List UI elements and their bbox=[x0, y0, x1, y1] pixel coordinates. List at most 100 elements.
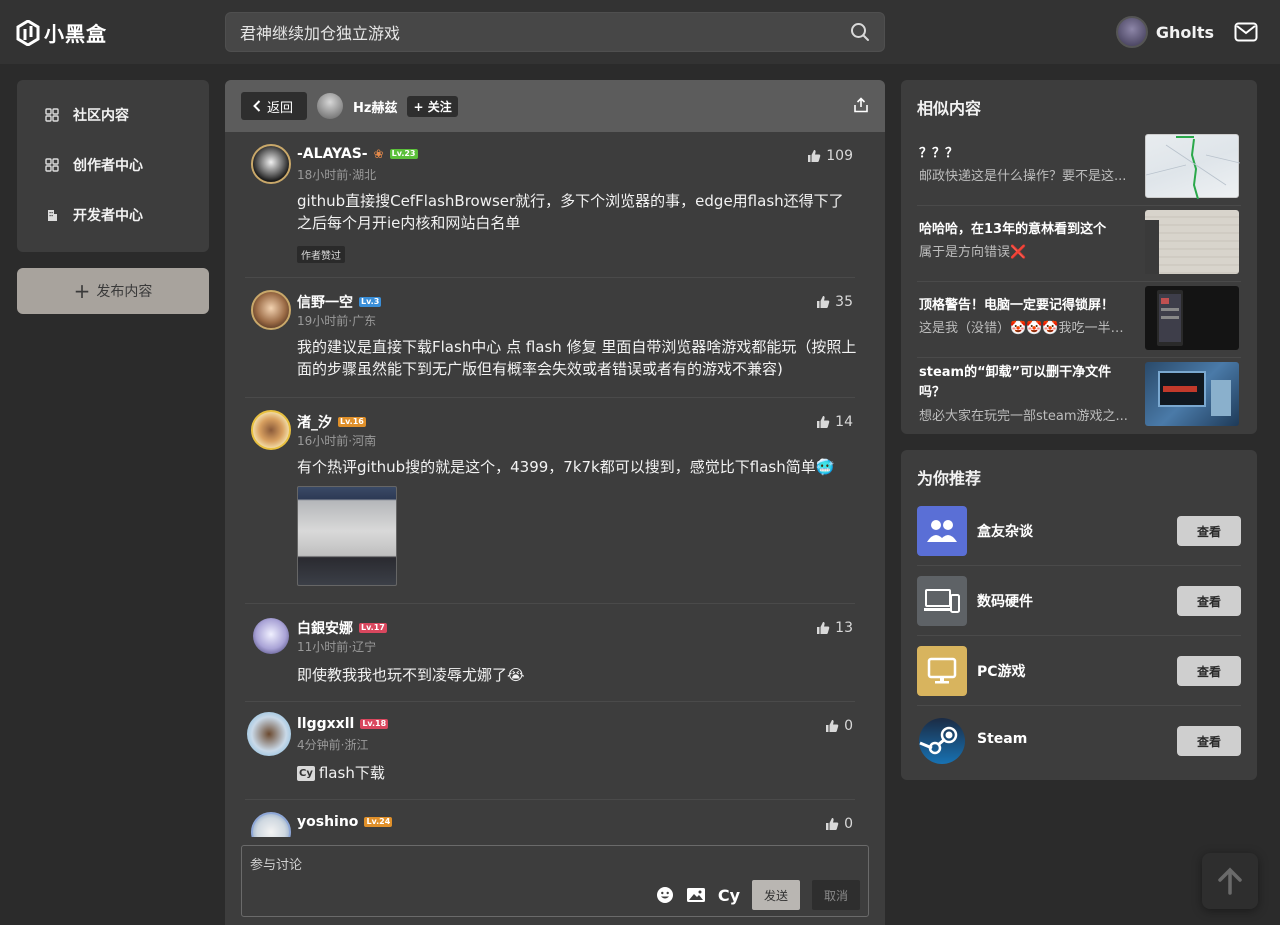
similar-item[interactable]: 哈哈哈，在13年的意林看到这个 属于是方向错误❌ bbox=[917, 206, 1241, 282]
avatar[interactable] bbox=[253, 618, 289, 654]
thumbs-up-icon bbox=[808, 150, 821, 162]
author-name[interactable]: 白銀安娜 bbox=[297, 618, 353, 638]
comment-author[interactable]: yoshino Lv.24 bbox=[297, 814, 393, 830]
recommend-panel: 为你推荐 盒友杂谈 查看 数码硬件 查看 PC游戏 查看 Steam 查看 bbox=[901, 450, 1257, 780]
follow-button[interactable]: + 关注 bbox=[407, 95, 458, 117]
nav-item-label: 开发者中心 bbox=[73, 208, 143, 224]
author-name[interactable]: llggxxll bbox=[297, 716, 354, 732]
search-icon[interactable] bbox=[850, 22, 870, 42]
back-label: 返回 bbox=[267, 100, 294, 116]
publish-label: 发布内容 bbox=[96, 284, 153, 300]
cy-icon[interactable]: Cy bbox=[718, 886, 740, 905]
recommend-name[interactable]: 盒友杂谈 bbox=[977, 521, 1033, 541]
recommend-name[interactable]: Steam bbox=[977, 731, 1027, 747]
back-button[interactable]: 返回 bbox=[241, 92, 308, 120]
level-badge: Lv.23 bbox=[389, 149, 418, 159]
comment-item: 白銀安娜 Lv.17 11小时前·辽宁 13 即使教我我也玩不到凌辱尤娜了😭 bbox=[245, 604, 855, 702]
like-button[interactable]: 14 bbox=[816, 414, 853, 430]
share-icon[interactable] bbox=[853, 97, 869, 113]
logo[interactable]: 小黑盒 bbox=[16, 18, 107, 47]
view-button[interactable]: 查看 bbox=[1177, 656, 1241, 686]
thumbs-up-icon bbox=[826, 720, 839, 732]
cy-icon: Cy bbox=[297, 765, 315, 781]
similar-item[interactable]: steam的“卸载”可以删干净文件吗？ 想必大家在玩完一部steam游戏之... bbox=[917, 358, 1241, 434]
image-icon[interactable] bbox=[686, 887, 706, 903]
cancel-button[interactable]: 取消 bbox=[812, 880, 860, 910]
avatar[interactable] bbox=[251, 144, 291, 184]
view-button[interactable]: 查看 bbox=[1177, 726, 1241, 756]
similar-title[interactable]: 哈哈哈，在13年的意林看到这个 bbox=[919, 220, 1133, 240]
similar-item[interactable]: 顶格警告！电脑一定要记得锁屏！ 这是我（没错）🤡🤡🤡我吃一半下... bbox=[917, 282, 1241, 358]
avatar[interactable] bbox=[247, 712, 291, 756]
logo-text: 小黑盒 bbox=[44, 22, 107, 46]
avatar[interactable] bbox=[251, 812, 291, 837]
recommend-item[interactable]: PC游戏 查看 bbox=[917, 636, 1241, 706]
similar-thumbnail[interactable] bbox=[1145, 286, 1239, 350]
like-button[interactable]: 35 bbox=[816, 294, 853, 310]
avatar[interactable] bbox=[251, 290, 291, 330]
similar-desc: 属于是方向错误❌ bbox=[919, 245, 1027, 260]
steam-icon bbox=[917, 716, 967, 766]
author-name[interactable]: 信野一空 bbox=[297, 292, 353, 312]
like-button[interactable]: 0 bbox=[825, 718, 853, 734]
comment-author[interactable]: 信野一空 Lv.3 bbox=[297, 292, 382, 312]
comment-author[interactable]: 渚_汐 Lv.16 bbox=[297, 412, 366, 432]
search-input[interactable] bbox=[240, 22, 850, 42]
emoji-icon[interactable] bbox=[656, 886, 674, 904]
poster-name[interactable]: Hz赫兹 bbox=[353, 97, 397, 116]
user-menu[interactable]: Gholts bbox=[1115, 16, 1258, 48]
like-button[interactable]: 13 bbox=[816, 620, 853, 636]
scroll-to-top-button[interactable] bbox=[1202, 853, 1258, 909]
similar-title[interactable]: ？？？ bbox=[919, 144, 1133, 164]
recommend-item[interactable]: 盒友杂谈 查看 bbox=[917, 496, 1241, 566]
like-button[interactable]: 109 bbox=[807, 148, 853, 164]
recommend-name[interactable]: 数码硬件 bbox=[977, 591, 1033, 611]
medal-icon: ❀ bbox=[373, 147, 384, 161]
level-badge: Lv.17 bbox=[359, 623, 387, 633]
comment-text: 我的建议是直接下载Flash中心 点 flash 修复 里面自带浏览器啥游戏都能… bbox=[297, 338, 857, 378]
reply-input[interactable]: 参与讨论 bbox=[250, 854, 302, 873]
avatar[interactable] bbox=[251, 410, 291, 450]
similar-thumbnail[interactable] bbox=[1145, 210, 1239, 274]
author-name[interactable]: 渚_汐 bbox=[297, 412, 332, 432]
comment-author[interactable]: 白銀安娜 Lv.17 bbox=[297, 618, 387, 638]
plus-icon: + bbox=[413, 99, 424, 114]
similar-title[interactable]: steam的“卸载”可以删干净文件吗？ bbox=[919, 363, 1133, 403]
like-count: 109 bbox=[826, 148, 853, 164]
similar-thumbnail[interactable] bbox=[1145, 134, 1241, 200]
avatar[interactable] bbox=[1115, 16, 1148, 48]
view-button[interactable]: 查看 bbox=[1177, 586, 1241, 616]
level-badge: Lv.24 bbox=[364, 817, 393, 827]
recommend-item[interactable]: 数码硬件 查看 bbox=[917, 566, 1241, 636]
poster-avatar[interactable] bbox=[317, 93, 344, 119]
follow-label: 关注 bbox=[427, 99, 452, 114]
publish-button[interactable]: + 发布内容 bbox=[17, 268, 209, 314]
username[interactable]: Gholts bbox=[1156, 23, 1214, 42]
recommend-name[interactable]: PC游戏 bbox=[977, 661, 1026, 681]
nav-item-label: 创作者中心 bbox=[73, 158, 143, 174]
similar-item[interactable]: ？？？ 邮政快递这是什么操作？要不是这... bbox=[917, 130, 1241, 206]
comment-author[interactable]: llggxxll Lv.18 bbox=[297, 716, 389, 732]
comment-item: llggxxll Lv.18 4分钟前·浙江 0 Cy flash下载 bbox=[245, 702, 855, 800]
reply-box[interactable]: 参与讨论 Cy 发送 取消 bbox=[241, 845, 869, 917]
nav-item-community[interactable]: 社区内容 bbox=[17, 90, 209, 140]
recommend-item[interactable]: Steam 查看 bbox=[917, 706, 1241, 776]
like-count: 35 bbox=[835, 294, 853, 310]
comment-text: 即使教我我也玩不到凌辱尤娜了😭 bbox=[297, 666, 525, 684]
like-button[interactable]: 0 bbox=[825, 816, 853, 832]
send-button[interactable]: 发送 bbox=[752, 880, 800, 910]
similar-title[interactable]: 顶格警告！电脑一定要记得锁屏！ bbox=[919, 296, 1133, 316]
monitor-icon bbox=[917, 646, 967, 696]
mail-icon[interactable] bbox=[1234, 22, 1258, 42]
author-name[interactable]: yoshino bbox=[297, 814, 358, 830]
view-button[interactable]: 查看 bbox=[1177, 516, 1241, 546]
comment-author[interactable]: -ALAYAS- ❀ Lv.23 bbox=[297, 146, 418, 162]
thumbs-up-icon bbox=[817, 296, 830, 308]
similar-thumbnail[interactable] bbox=[1145, 362, 1239, 426]
author-name[interactable]: -ALAYAS- bbox=[297, 146, 368, 162]
nav-item-developer[interactable]: 开发者中心 bbox=[17, 190, 209, 240]
nav-item-creator[interactable]: 创作者中心 bbox=[17, 140, 209, 190]
similar-desc: 邮政快递这是什么操作？要不是这... bbox=[919, 169, 1127, 184]
thumbs-up-icon bbox=[817, 416, 830, 428]
comment-image[interactable] bbox=[297, 486, 397, 586]
